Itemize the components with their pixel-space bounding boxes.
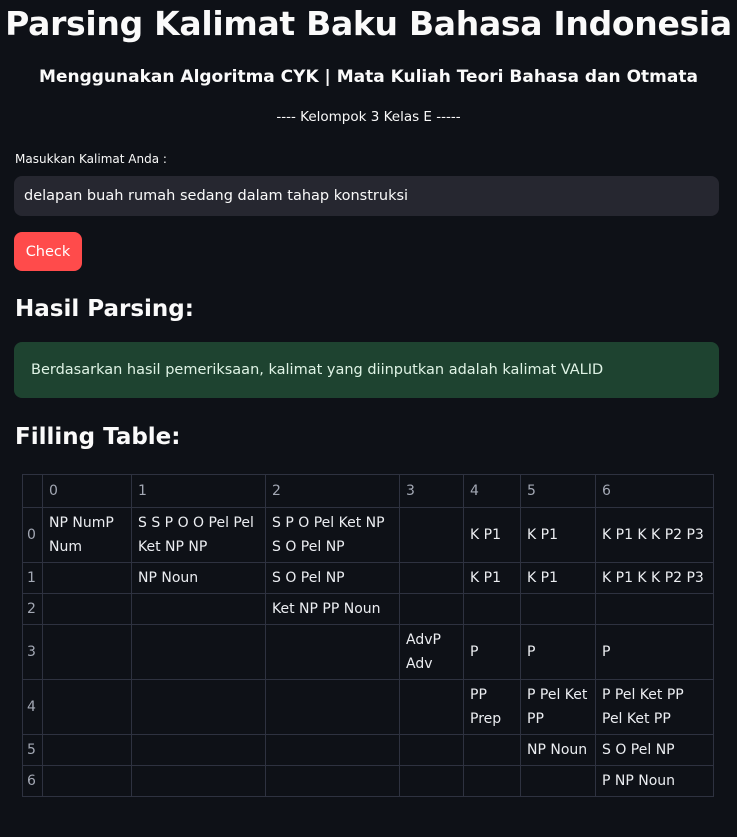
table-cell: K P1 [463,562,521,594]
sentence-input-value: delapan buah rumah sedang dalam tahap ko… [24,188,409,204]
table-cell [42,593,132,625]
table-cell: PP Prep [463,679,521,735]
table-cell [463,593,521,625]
table-cell [399,679,464,735]
table-cell: S S P O O Pel Pel Ket NP NP [131,507,266,563]
table-cell [131,624,266,680]
table-cell [520,593,596,625]
table-header-row: 0 1 2 3 4 5 6 [22,474,714,508]
table-cell: NP Noun [131,562,266,594]
page-subtitle: Menggunakan Algoritma CYK | Mata Kuliah … [39,67,698,87]
column-header: 2 [265,474,400,508]
corner-cell [22,474,43,508]
table-row: 2 Ket NP PP Noun [22,593,714,625]
group-caption: ---- Kelompok 3 Kelas E ----- [276,109,461,125]
table-cell [399,507,464,563]
table-cell [42,679,132,735]
table-cell: P Pel Ket PP [520,679,596,735]
table-cell: K P1 [520,562,596,594]
table-cell: K P1 [463,507,521,563]
filling-table-heading: Filling Table: [15,424,181,450]
success-alert: Berdasarkan hasil pemeriksaan, kalimat y… [14,342,719,398]
column-header: 0 [42,474,132,508]
table-cell [42,624,132,680]
table-cell: P [520,624,596,680]
page-title: Parsing Kalimat Baku Bahasa Indonesia [5,4,732,43]
table-cell [399,765,464,797]
table-cell [265,765,400,797]
success-message: Berdasarkan hasil pemeriksaan, kalimat y… [31,362,604,378]
sentence-input-label: Masukkan Kalimat Anda : [15,152,167,166]
column-header: 5 [520,474,596,508]
table-cell: P NP Noun [595,765,714,797]
table-cell [265,624,400,680]
table-cell [131,734,266,766]
column-header: 3 [399,474,464,508]
table-cell: K P1 K K P2 P3 [595,562,714,594]
table-cell [265,734,400,766]
row-index: 5 [22,734,43,766]
row-index: 1 [22,562,43,594]
table-cell: AdvP Adv [399,624,464,680]
table-cell: P [595,624,714,680]
table-cell [399,562,464,594]
sentence-input[interactable]: delapan buah rumah sedang dalam tahap ko… [14,176,719,216]
table-cell [463,765,521,797]
table-cell [131,765,266,797]
row-index: 0 [22,507,43,563]
table-cell: NP Noun [520,734,596,766]
table-row: 5 NP Noun S O Pel NP [22,734,714,766]
row-index: 2 [22,593,43,625]
row-index: 4 [22,679,43,735]
check-button[interactable]: Check [14,232,82,271]
table-cell [42,765,132,797]
table-cell [42,734,132,766]
table-cell: NP NumP Num [42,507,132,563]
table-cell [42,562,132,594]
app: Parsing Kalimat Baku Bahasa Indonesia Me… [0,0,737,837]
row-index: 6 [22,765,43,797]
table-cell [265,679,400,735]
column-header: 6 [595,474,714,508]
table-row: 3 AdvP Adv P P P [22,624,714,680]
column-header: 1 [131,474,266,508]
table-cell [131,679,266,735]
table-cell [131,593,266,625]
table-cell [520,765,596,797]
table-cell [463,734,521,766]
row-index: 3 [22,624,43,680]
table-row: 4 PP Prep P Pel Ket PP P Pel Ket PP Pel … [22,679,714,735]
column-header: 4 [463,474,521,508]
table-cell: K P1 [520,507,596,563]
table-row: 6 P NP Noun [22,765,714,797]
table-cell: Ket NP PP Noun [265,593,400,625]
table-row: 0 NP NumP Num S S P O O Pel Pel Ket NP N… [22,507,714,563]
table-cell: P [463,624,521,680]
table-cell: K P1 K K P2 P3 [595,507,714,563]
table-cell: S O Pel NP [265,562,400,594]
result-heading: Hasil Parsing: [15,296,194,322]
table-cell: S P O Pel Ket NP S O Pel NP [265,507,400,563]
table-cell [399,593,464,625]
table-row: 1 NP Noun S O Pel NP K P1 K P1 K P1 K K … [22,562,714,594]
table-cell [595,593,714,625]
table-cell: P Pel Ket PP Pel Ket PP [595,679,714,735]
filling-table: 0 1 2 3 4 5 6 0 NP NumP Num S S P O O Pe… [22,474,714,797]
table-cell: S O Pel NP [595,734,714,766]
table-cell [399,734,464,766]
